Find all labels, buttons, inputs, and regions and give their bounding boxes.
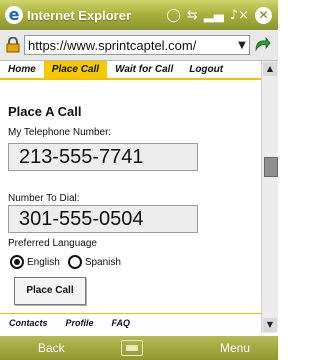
- language-label: Preferred Language: [8, 238, 97, 249]
- url-dropdown-icon[interactable]: ▼: [235, 40, 249, 51]
- notification-icon[interactable]: ◯: [166, 8, 181, 23]
- nav-wait-for-call[interactable]: Wait for Call: [107, 61, 181, 78]
- scroll-down-icon[interactable]: ▼: [263, 318, 277, 332]
- radio-spanish-label: Spanish: [84, 256, 121, 268]
- nav-contacts[interactable]: Contacts: [0, 314, 57, 332]
- dial-number-label: Number To Dial:: [8, 193, 80, 204]
- scroll-thumb[interactable]: [264, 157, 278, 177]
- volume-icon[interactable]: ♪×: [230, 8, 249, 23]
- nav-home[interactable]: Home: [0, 61, 44, 78]
- go-arrow-icon[interactable]: [253, 36, 271, 54]
- close-icon[interactable]: ✕: [255, 6, 272, 24]
- lock-icon: [6, 37, 20, 53]
- app-title: Internet Explorer: [27, 7, 132, 23]
- url-text: https://www.sprintcaptel.com/: [28, 37, 197, 53]
- place-call-button[interactable]: Place Call: [14, 277, 86, 305]
- nav-faq[interactable]: FAQ: [103, 314, 140, 332]
- bottom-nav: Contacts Profile FAQ: [0, 313, 262, 332]
- nav-place-call[interactable]: Place Call: [43, 61, 108, 78]
- title-bar: e Internet Explorer ◯ ⇆ ▂▄ ♪× ✕: [0, 0, 278, 30]
- nav-logout[interactable]: Logout: [181, 61, 231, 78]
- status-icons: ◯ ⇆ ▂▄ ♪× ✕: [166, 6, 272, 24]
- page-title: Place A Call: [8, 104, 82, 119]
- internet-explorer-icon: e: [5, 6, 23, 24]
- menu-softkey[interactable]: Menu: [220, 341, 250, 355]
- top-nav: Home Place Call Wait for Call Logout: [0, 61, 262, 80]
- softkey-bar: Back Menu: [0, 336, 278, 360]
- back-softkey[interactable]: Back: [38, 341, 65, 355]
- radio-spanish[interactable]: [67, 255, 82, 269]
- dial-number-field[interactable]: 301-555-0504: [8, 205, 198, 233]
- connectivity-icon[interactable]: ⇆: [187, 8, 198, 23]
- signal-icon: ▂▄: [203, 7, 224, 23]
- radio-english-label: English: [27, 256, 60, 268]
- scroll-up-icon[interactable]: ▲: [263, 62, 277, 76]
- url-input[interactable]: https://www.sprintcaptel.com/ ▼: [24, 35, 250, 55]
- my-phone-label: My Telephone Number:: [8, 127, 112, 138]
- radio-english[interactable]: [10, 255, 24, 269]
- my-phone-field[interactable]: 213-555-7741: [8, 143, 198, 171]
- nav-profile[interactable]: Profile: [57, 314, 103, 332]
- language-radio-group: English Spanish: [10, 255, 121, 269]
- keyboard-icon[interactable]: [120, 340, 143, 356]
- address-bar: https://www.sprintcaptel.com/ ▼: [0, 30, 278, 61]
- vertical-scrollbar[interactable]: ▲ ▼: [261, 61, 278, 333]
